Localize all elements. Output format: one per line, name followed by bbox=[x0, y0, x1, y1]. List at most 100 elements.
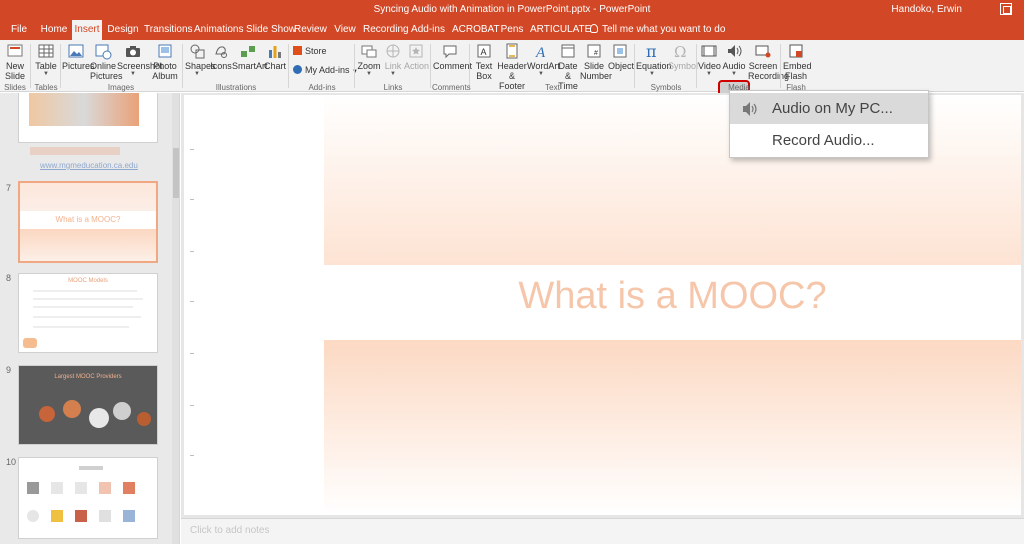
icons-label: Icons bbox=[210, 61, 232, 71]
scrollbar-thumb[interactable] bbox=[173, 148, 179, 198]
tab-design[interactable]: Design bbox=[106, 20, 140, 40]
slide-number-button[interactable]: # Slide Number bbox=[580, 42, 612, 81]
store-label: Store bbox=[305, 46, 327, 56]
record-audio-item[interactable]: Record Audio... bbox=[730, 125, 928, 156]
svg-text:π: π bbox=[646, 42, 657, 60]
thumbnail-banner bbox=[30, 147, 120, 155]
shapes-button[interactable]: Shapes ▼ bbox=[185, 42, 216, 78]
audio-on-my-pc-label: Audio on My PC... bbox=[772, 100, 893, 117]
zoom-label: Zoom bbox=[357, 61, 381, 71]
comment-button[interactable]: Comment bbox=[433, 42, 472, 71]
audio-dropdown-menu: Audio on My PC... Record Audio... bbox=[729, 90, 929, 158]
screen-recording-button[interactable]: Screen Recording bbox=[748, 42, 789, 81]
slide-number-10: 10 bbox=[6, 457, 17, 467]
video-button[interactable]: Video ▼ bbox=[698, 42, 721, 78]
store-button[interactable]: Store bbox=[293, 46, 327, 56]
wordart-button[interactable]: A WordArt ▼ bbox=[527, 42, 560, 78]
table-label: Table bbox=[35, 61, 57, 71]
user-name[interactable]: Handoko, Erwin bbox=[891, 4, 962, 15]
chevron-down-icon: ▼ bbox=[43, 71, 49, 77]
chevron-down-icon: ▼ bbox=[731, 71, 737, 77]
slide-number-7: 7 bbox=[6, 183, 12, 193]
tab-slide-show[interactable]: Slide Show bbox=[246, 20, 296, 40]
tell-me-search[interactable]: Tell me what you want to do bbox=[590, 20, 725, 40]
window-title: Syncing Audio with Animation in PowerPoi… bbox=[373, 4, 651, 15]
svg-text:Ω: Ω bbox=[674, 43, 686, 60]
tab-insert[interactable]: Insert bbox=[72, 20, 102, 40]
tab-pens[interactable]: Pens bbox=[499, 20, 525, 40]
action-star-icon bbox=[409, 44, 423, 58]
tab-home[interactable]: Home bbox=[38, 20, 70, 40]
text-box-button[interactable]: A Text Box bbox=[473, 42, 495, 81]
thumbnail-title: MOOC Models bbox=[68, 278, 108, 284]
tab-file[interactable]: File bbox=[6, 20, 32, 40]
ruler-tick bbox=[190, 199, 194, 200]
slide-thumbnail-10[interactable] bbox=[18, 457, 158, 539]
action-button[interactable]: Action bbox=[404, 42, 429, 71]
record-audio-label: Record Audio... bbox=[772, 132, 875, 149]
icons-button[interactable]: Icons bbox=[210, 42, 232, 71]
tab-acrobat[interactable]: ACROBAT bbox=[452, 20, 500, 40]
object-button[interactable]: Object bbox=[608, 42, 635, 71]
text-box-icon: A bbox=[477, 44, 491, 58]
ribbon: New Slide Table ▼ Pictures Online Pictur… bbox=[0, 40, 1024, 122]
object-icon bbox=[613, 44, 627, 58]
lightbulb-icon bbox=[590, 24, 598, 33]
tab-animations[interactable]: Animations bbox=[194, 20, 243, 40]
slide-title[interactable]: What is a MOOC? bbox=[324, 275, 1021, 318]
slide-thumbnail-9[interactable]: Largest MOOC Providers bbox=[18, 365, 158, 445]
audio-label: Audio bbox=[722, 61, 746, 71]
tab-add-ins[interactable]: Add-ins bbox=[410, 20, 446, 40]
slide-thumbnail-pane[interactable]: www.mgmeducation.ca.edu 7 What is a MOOC… bbox=[0, 93, 180, 544]
embed-flash-button[interactable]: Embed Flash bbox=[783, 42, 812, 81]
thumbnail-image bbox=[29, 93, 139, 126]
screen-recording-icon bbox=[755, 45, 771, 58]
film-icon bbox=[701, 45, 717, 57]
title-bar: Syncing Audio with Animation in PowerPoi… bbox=[0, 0, 1024, 20]
new-slide-icon bbox=[7, 44, 23, 57]
my-add-ins-button[interactable]: My Add-ins ▼ bbox=[293, 65, 358, 75]
slide-canvas[interactable]: What is a MOOC? bbox=[184, 95, 1021, 515]
ruler-tick bbox=[190, 405, 194, 406]
notes-pane[interactable]: Click to add notes bbox=[181, 518, 1024, 544]
chart-button[interactable]: Chart bbox=[264, 42, 286, 71]
icons-icon bbox=[215, 46, 227, 58]
restore-window-icon[interactable] bbox=[1000, 3, 1012, 15]
slide-thumbnail-6[interactable] bbox=[18, 93, 158, 143]
new-slide-label: New Slide bbox=[4, 61, 25, 81]
ribbon-tabs: File Home Insert Design Transitions Anim… bbox=[0, 20, 1024, 40]
online-pictures-button[interactable]: Online Pictures bbox=[90, 42, 123, 81]
table-button[interactable]: Table ▼ bbox=[33, 42, 59, 78]
zoom-button[interactable]: Zoom ▼ bbox=[357, 42, 381, 78]
equation-button[interactable]: π Equation ▼ bbox=[636, 42, 672, 78]
thumbnail-scrollbar[interactable] bbox=[172, 93, 179, 544]
tab-review[interactable]: Review bbox=[294, 20, 327, 40]
camera-icon bbox=[126, 46, 140, 57]
photo-album-button[interactable]: Photo Album bbox=[151, 42, 179, 81]
tab-articulate[interactable]: ARTICULATE bbox=[530, 20, 591, 40]
screenshot-button[interactable]: Screenshot ▼ bbox=[117, 42, 163, 78]
smartart-label: SmartArt bbox=[232, 61, 268, 71]
link-icon bbox=[386, 44, 400, 58]
tab-recording[interactable]: Recording bbox=[363, 20, 409, 40]
symbol-button[interactable]: Ω Symbol bbox=[668, 42, 698, 71]
slide-thumbnail-7[interactable]: What is a MOOC? bbox=[18, 181, 158, 263]
video-label: Video bbox=[698, 61, 721, 71]
link-button[interactable]: Link ▼ bbox=[382, 42, 404, 78]
audio-button[interactable]: Audio ▼ bbox=[721, 42, 747, 78]
new-slide-button[interactable]: New Slide bbox=[3, 42, 27, 81]
online-pictures-icon bbox=[95, 44, 112, 60]
object-label: Object bbox=[608, 61, 635, 71]
slide-thumbnail-8[interactable]: MOOC Models bbox=[18, 273, 158, 353]
chevron-down-icon: ▼ bbox=[130, 71, 136, 77]
pictures-button[interactable]: Pictures bbox=[62, 42, 95, 71]
ruler-tick bbox=[190, 455, 194, 456]
tab-view[interactable]: View bbox=[332, 20, 358, 40]
group-label-symbols: Symbols bbox=[650, 83, 682, 92]
smartart-button[interactable]: SmartArt bbox=[232, 42, 268, 71]
online-pictures-label: Online Pictures bbox=[90, 61, 123, 81]
thumbnail-title: Largest MOOC Providers bbox=[54, 374, 122, 380]
audio-on-my-pc-item[interactable]: Audio on My PC... bbox=[730, 93, 928, 124]
tab-transitions[interactable]: Transitions bbox=[144, 20, 193, 40]
pi-icon: π bbox=[646, 42, 657, 60]
